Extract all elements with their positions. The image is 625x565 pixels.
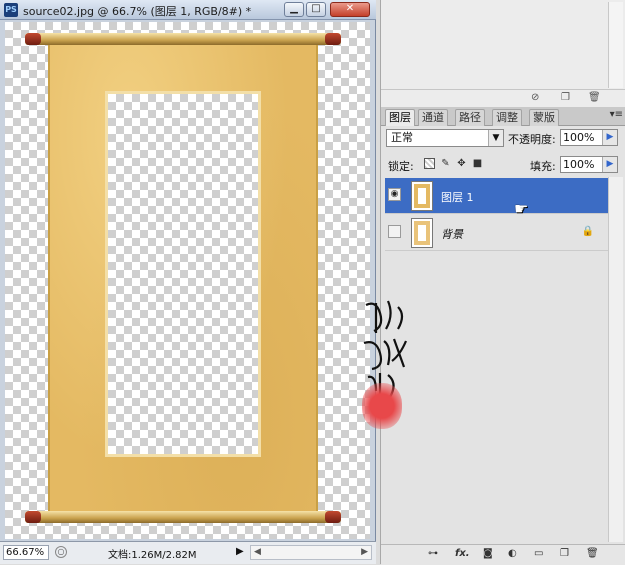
layer-row-1[interactable]: ◉ 图层 1 [385, 178, 608, 214]
eye-icon[interactable]: ◉ [388, 188, 401, 201]
horizontal-scrollbar[interactable]: ◀ ▶ [250, 545, 372, 560]
scroll-left-icon[interactable]: ◀ [254, 546, 261, 559]
bottom-right-rod-cap [325, 511, 341, 523]
minimize-button[interactable]: ▁ [284, 2, 304, 17]
upper-panel-footer: ⊘ ❐ 🗑 [381, 89, 625, 106]
mask-icon[interactable]: ◙ [483, 548, 493, 559]
transparent-center [105, 91, 261, 457]
chevron-down-icon: ▼ [488, 130, 503, 146]
fill-label: 填充: [530, 160, 556, 173]
layer-thumbnail [411, 181, 433, 211]
top-right-rod-cap [325, 33, 341, 45]
layer-thumbnail [411, 218, 433, 248]
document-title: source02.jpg @ 66.7% (图层 1, RGB/8#) * [23, 5, 252, 18]
trash-icon[interactable]: 🗑 [588, 92, 601, 103]
tab-channels[interactable]: 通道 [418, 109, 448, 126]
close-button[interactable]: ✕ [330, 2, 370, 17]
tab-paths[interactable]: 路径 [455, 109, 485, 126]
lock-brush-icon[interactable]: ✎ [440, 158, 451, 169]
lock-icon: 🔒 [581, 226, 594, 237]
red-seal-stamp [362, 383, 402, 429]
visibility-toggle[interactable] [388, 225, 401, 238]
document-titlebar[interactable]: PS source02.jpg @ 66.7% (图层 1, RGB/8#) *… [0, 0, 376, 20]
layers-footer: ⊶ fx. ◙ ◐ ▭ ❐ 🗑 [381, 544, 625, 565]
fill-value: 100% [563, 158, 595, 171]
reset-icon[interactable]: ⊘ [531, 92, 539, 103]
scroll-artwork [48, 33, 318, 521]
fx-icon[interactable]: fx. [455, 548, 470, 559]
layer-name: 图层 1 [441, 191, 474, 204]
panel-menu-icon[interactable]: ▾≡ [610, 109, 623, 120]
maximize-button[interactable]: □ [306, 2, 326, 17]
document-window: PS source02.jpg @ 66.7% (图层 1, RGB/8#) *… [0, 0, 376, 564]
tab-layers[interactable]: 图层 [385, 109, 415, 126]
hand-cursor-icon: ☛ [514, 199, 529, 218]
zoom-field[interactable]: 66.67% [3, 545, 49, 560]
top-scroll-rod [25, 33, 341, 45]
link-icon[interactable]: ⊶ [428, 548, 438, 559]
fill-field[interactable]: 100% ▶ [560, 156, 618, 173]
new-layer-icon[interactable]: ❐ [560, 548, 569, 559]
layer-row-background[interactable]: 背景 🔒 [385, 215, 608, 251]
panel-tabs: 图层 通道 路径 调整 蒙版 ▾≡ [381, 107, 625, 126]
opacity-arrow-icon[interactable]: ▶ [602, 130, 617, 145]
bottom-left-rod-cap [25, 511, 41, 523]
layers-scrollbar[interactable] [608, 177, 623, 542]
opacity-field[interactable]: 100% ▶ [560, 129, 618, 146]
blend-mode-value: 正常 [391, 131, 413, 144]
status-info-icon[interactable]: ○ [55, 546, 67, 558]
upper-panel-scrollbar[interactable] [608, 2, 623, 88]
document-size-info: 文档:1.26M/2.82M [108, 550, 197, 561]
top-left-rod-cap [25, 33, 41, 45]
document-canvas[interactable] [5, 22, 370, 539]
opacity-label: 不透明度: [508, 133, 556, 146]
bottom-scroll-rod [25, 511, 341, 523]
status-menu-arrow[interactable]: ▶ [236, 546, 244, 557]
status-bar: 66.67% ○ 文档:1.26M/2.82M ▶ ◀ ▶ [0, 541, 376, 564]
layer-name: 背景 [441, 228, 463, 241]
new-item-icon[interactable]: ❐ [561, 92, 570, 103]
tab-masks[interactable]: 蒙版 [529, 109, 559, 126]
lock-move-icon[interactable]: ✥ [456, 158, 467, 169]
photoshop-icon: PS [4, 3, 18, 17]
upper-panel: ⊘ ❐ 🗑 [380, 0, 625, 107]
group-icon[interactable]: ▭ [534, 548, 543, 559]
scroll-right-icon[interactable]: ▶ [361, 546, 368, 559]
opacity-value: 100% [563, 131, 595, 144]
fill-arrow-icon[interactable]: ▶ [602, 157, 617, 172]
lock-all-icon[interactable]: ■ [472, 158, 483, 169]
lock-transparent-icon[interactable] [424, 158, 435, 169]
trash-icon[interactable]: 🗑 [586, 548, 599, 559]
adjustment-icon[interactable]: ◐ [508, 548, 517, 559]
lock-label: 锁定: [388, 160, 414, 173]
tab-adjustments[interactable]: 调整 [492, 109, 522, 126]
blend-mode-select[interactable]: 正常 ▼ [386, 129, 504, 147]
